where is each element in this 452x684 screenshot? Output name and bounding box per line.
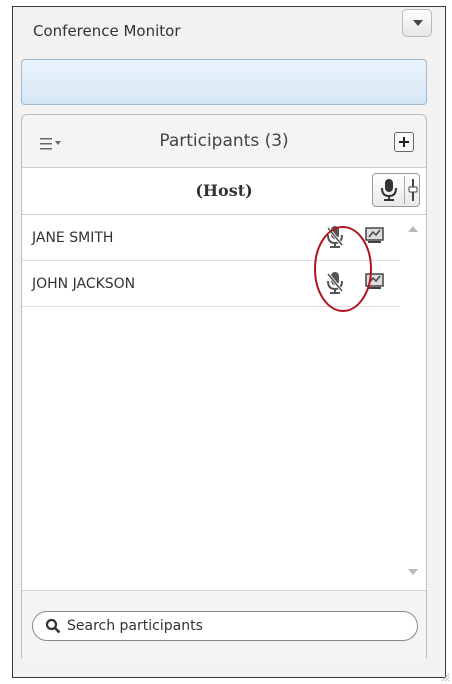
- participant-name: JOHN JACKSON: [32, 276, 136, 292]
- search-icon: [45, 618, 61, 634]
- host-label: (Host): [195, 181, 253, 200]
- add-participant-button[interactable]: [394, 132, 414, 152]
- search-input[interactable]: [67, 616, 397, 636]
- title-bar: Conference Monitor: [13, 7, 445, 53]
- scroll-up-arrow-icon[interactable]: [408, 226, 418, 232]
- chevron-down-icon: [413, 20, 423, 26]
- conference-status-bar: [21, 59, 427, 105]
- resize-grip-icon[interactable]: [440, 672, 450, 682]
- microphone-icon[interactable]: [380, 178, 398, 202]
- volume-slider-icon[interactable]: [408, 178, 418, 202]
- search-box[interactable]: [32, 611, 418, 641]
- search-area: [22, 590, 426, 662]
- scroll-down-arrow-icon[interactable]: [408, 569, 418, 575]
- annotation-circle: [314, 226, 372, 312]
- host-audio-controls[interactable]: [372, 173, 420, 207]
- window-title: Conference Monitor: [33, 22, 181, 40]
- participant-list-scrollbar[interactable]: [400, 215, 426, 590]
- participants-count-title: Participants (3): [159, 131, 289, 151]
- participant-name: JANE SMITH: [32, 230, 114, 246]
- participants-panel: Participants (3) (Host) JANE SMITH JOHN …: [21, 114, 427, 662]
- host-row: (Host): [22, 167, 426, 215]
- window-menu-button[interactable]: [402, 9, 432, 37]
- participants-header: Participants (3): [22, 115, 426, 167]
